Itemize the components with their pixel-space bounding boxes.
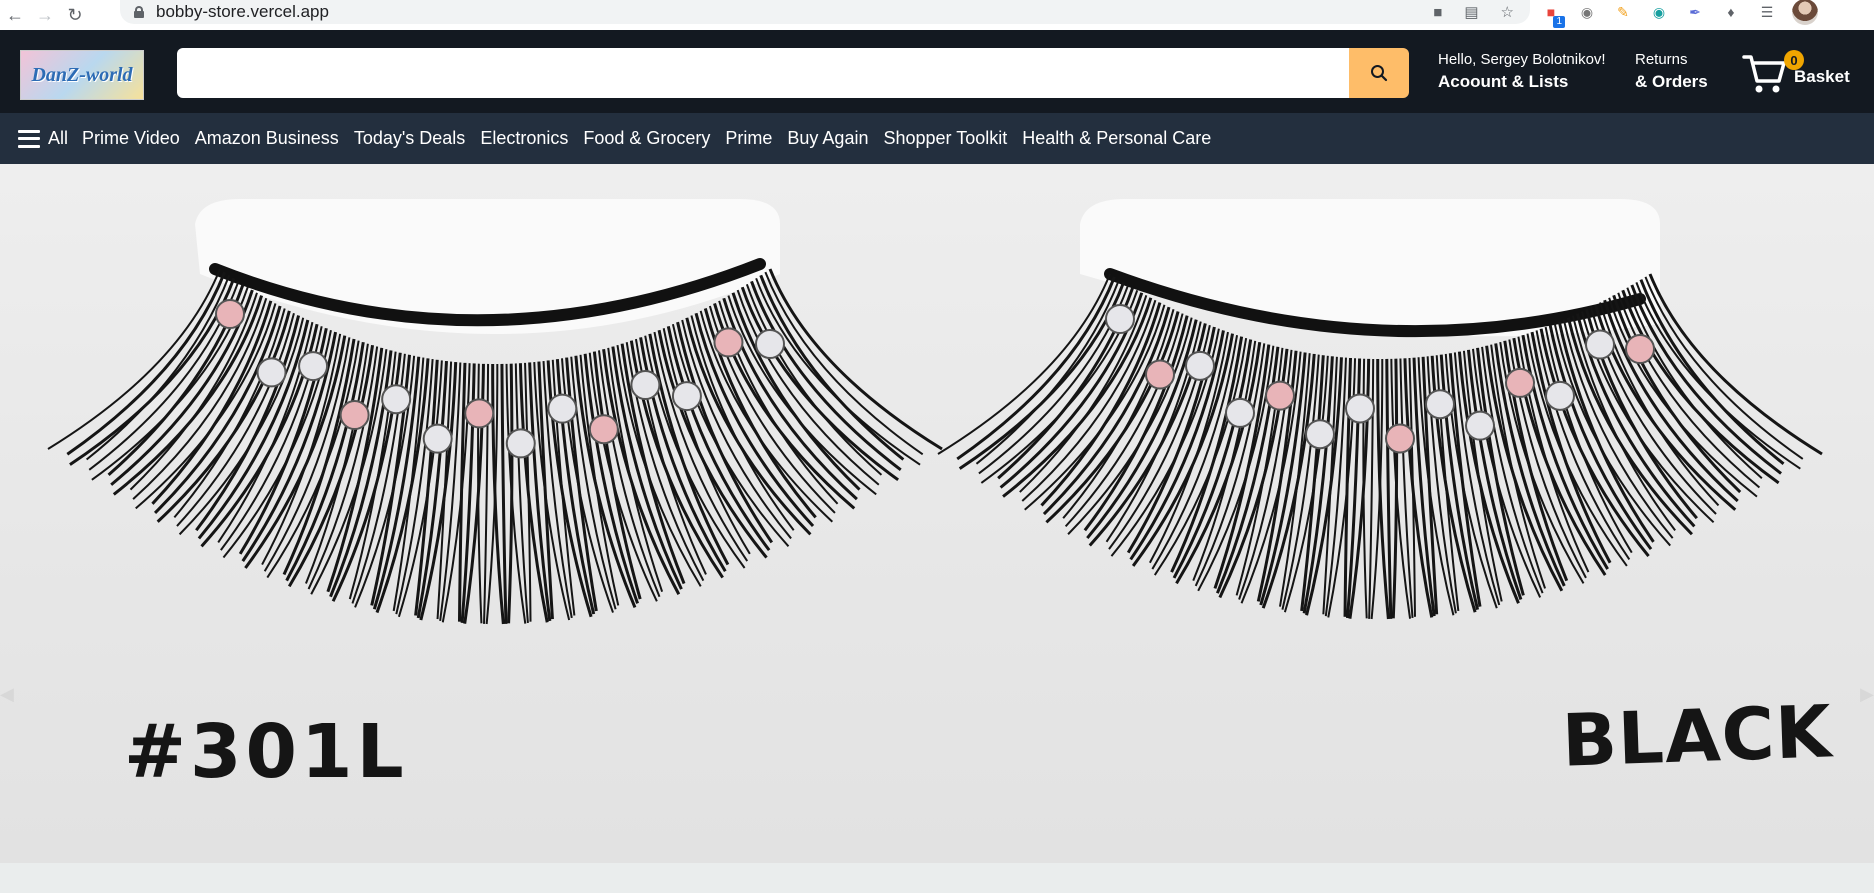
lash-strand: [768, 268, 943, 451]
search-bar: [177, 48, 1409, 98]
rhinestone: [547, 393, 578, 424]
lash-strand: [47, 268, 221, 450]
nav-item-amazon-business[interactable]: Amazon Business: [195, 128, 339, 149]
lash-strand: [500, 363, 508, 624]
nav-item-shopper-toolkit[interactable]: Shopper Toolkit: [883, 128, 1007, 149]
rhinestone: [671, 381, 702, 412]
basket-button[interactable]: 0 Basket: [1742, 48, 1850, 98]
category-nav: All Prime Video Amazon Business Today's …: [0, 113, 1874, 164]
puzzle-icon[interactable]: ♦: [1720, 1, 1742, 23]
nav-item-health-personal-care[interactable]: Health & Personal Care: [1022, 128, 1211, 149]
account-lists-label: Acoount & Lists: [1438, 72, 1569, 91]
rhinestone: [1505, 367, 1535, 398]
lash-strand: [956, 276, 1116, 461]
returns-label: Returns: [1635, 51, 1688, 68]
search-input[interactable]: [177, 48, 1349, 98]
forward-icon[interactable]: →: [30, 0, 60, 30]
lash-strand: [85, 274, 231, 461]
nav-item-food-grocery[interactable]: Food & Grocery: [583, 128, 710, 149]
product-color-label: BLACK: [1560, 689, 1834, 783]
lash-strand: [937, 273, 1111, 455]
greeting-text: Hello, Sergey Bolotnikov!: [1438, 51, 1606, 68]
rhinestone: [381, 384, 412, 415]
hamburger-icon: [18, 129, 40, 148]
basket-count-badge: 0: [1784, 50, 1804, 70]
rhinestone: [1145, 359, 1175, 390]
rhinestone: [1425, 389, 1455, 420]
rhinestone: [215, 299, 245, 329]
lash-strand: [1599, 302, 1720, 507]
rhinestone: [1625, 334, 1655, 364]
palette-extension-icon[interactable]: ◉: [1648, 1, 1670, 23]
extension-badge: 1: [1553, 16, 1565, 28]
rhinestone: [1265, 380, 1295, 411]
returns-orders-link[interactable]: Returns & Orders: [1635, 50, 1708, 94]
rhinestone: [1305, 419, 1335, 450]
rhinestone: [339, 400, 370, 431]
search-button[interactable]: [1349, 48, 1409, 98]
cart-icon: [1742, 55, 1786, 93]
lash-strand: [507, 363, 514, 624]
store-logo[interactable]: DanZ-world: [20, 50, 144, 100]
rhinestone: [1185, 350, 1215, 381]
pencil-extension-icon[interactable]: ✎: [1612, 1, 1634, 23]
logo-text: DanZ-world: [31, 63, 133, 86]
lash-strand: [978, 284, 1130, 475]
address-bar[interactable]: bobby-store.vercel.app ■ ▤ ☆: [120, 0, 1530, 24]
lash-strand: [1391, 358, 1399, 619]
rhinestone: [1105, 304, 1135, 334]
back-icon[interactable]: ←: [0, 0, 30, 30]
rhinestone: [630, 370, 661, 401]
lash-strand: [416, 360, 448, 619]
carousel-prev-icon[interactable]: ◀: [0, 684, 14, 708]
lash-strand: [1648, 273, 1823, 456]
rhinestone: [422, 423, 453, 454]
tab-search-icon[interactable]: ▤: [1464, 3, 1478, 21]
rhinestone: [755, 329, 785, 359]
lash-strand: [1385, 358, 1393, 619]
rhinestone: [298, 351, 329, 382]
nav-item-buy-again[interactable]: Buy Again: [787, 128, 868, 149]
bookmark-star-icon[interactable]: ☆: [1501, 3, 1514, 21]
rhinestone: [505, 428, 536, 459]
lash-strand: [1644, 276, 1804, 460]
url-text[interactable]: bobby-store.vercel.app: [156, 2, 329, 22]
basket-label: Basket: [1794, 67, 1850, 86]
nav-item-todays-deals[interactable]: Today's Deals: [354, 128, 466, 149]
reload-icon[interactable]: ↻: [60, 0, 90, 30]
hero-banner[interactable]: #301L BLACK ◀ ▶: [0, 164, 1874, 863]
all-menu-button[interactable]: All: [18, 128, 68, 149]
rhinestone: [256, 357, 287, 388]
profile-avatar[interactable]: [1792, 0, 1818, 25]
media-list-icon[interactable]: ☰: [1756, 1, 1778, 23]
film-extension-icon[interactable]: ◉: [1576, 1, 1598, 23]
search-icon: [1371, 65, 1388, 82]
rhinestone: [1465, 410, 1495, 441]
extension-icon[interactable]: ■ 1: [1540, 1, 1565, 28]
rhinestone: [1585, 329, 1615, 360]
nav-item-electronics[interactable]: Electronics: [480, 128, 568, 149]
rhinestone: [464, 398, 495, 429]
nav-item-prime-video[interactable]: Prime Video: [82, 128, 180, 149]
all-label: All: [48, 128, 69, 148]
eyedropper-extension-icon[interactable]: ✒: [1684, 1, 1706, 23]
carousel-next-icon[interactable]: ▶: [1860, 684, 1874, 708]
product-code-label: #301L: [124, 709, 408, 795]
rhinestone: [713, 327, 744, 358]
rhinestone: [588, 414, 619, 445]
rhinestone: [1545, 380, 1575, 411]
camera-icon[interactable]: ■: [1433, 4, 1442, 21]
orders-label: & Orders: [1635, 72, 1708, 91]
nav-item-prime[interactable]: Prime: [725, 128, 772, 149]
account-menu[interactable]: Hello, Sergey Bolotnikov! Acoount & List…: [1438, 50, 1606, 94]
rhinestone: [1385, 423, 1415, 454]
store-header: DanZ-world Hello, Sergey Bolotnikov! Aco…: [0, 30, 1874, 113]
rhinestone: [1345, 393, 1375, 424]
lash-strand: [1302, 356, 1334, 614]
browser-toolbar: ← → ↻ bobby-store.vercel.app ■ ▤ ☆ ■ 1 ◉ …: [0, 0, 1874, 30]
rhinestone: [1225, 397, 1255, 428]
lock-icon: [134, 6, 144, 18]
page-background: [0, 863, 1874, 893]
